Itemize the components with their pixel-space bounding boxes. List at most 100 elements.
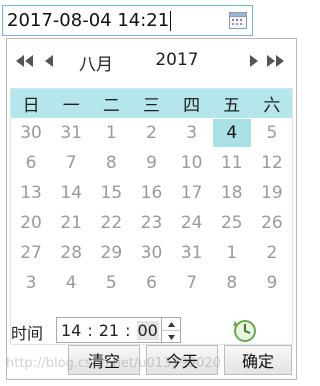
calendar-day-number: 30	[140, 243, 163, 263]
calendar-day-number: 4	[65, 273, 77, 293]
calendar-day-number: 8	[226, 273, 238, 293]
year-selector[interactable]: 2017	[151, 47, 203, 73]
calendar-day[interactable]: 1	[212, 238, 252, 268]
calendar-day-number: 6	[146, 273, 157, 293]
calendar-day[interactable]: 29	[91, 238, 131, 268]
next-month-icon[interactable]	[243, 52, 263, 70]
calendar-day[interactable]: 18	[212, 178, 252, 208]
calendar-day-number: 27	[20, 243, 42, 263]
calendar-day[interactable]: 11	[212, 148, 252, 178]
calendar-day[interactable]: 4	[212, 118, 252, 148]
calendar-day[interactable]: 20	[11, 208, 51, 238]
calendar-day[interactable]: 6	[131, 268, 171, 298]
calendar-day-number: 22	[100, 213, 123, 233]
calendar-day-number: 21	[60, 213, 83, 233]
calendar-day[interactable]: 27	[11, 238, 51, 268]
calendar-week-row: 3 4 5 6 7 8 9	[11, 268, 292, 298]
calendar-day[interactable]: 15	[91, 178, 131, 208]
calendar-day-number: 10	[180, 153, 203, 173]
next-year-icon[interactable]	[265, 52, 285, 70]
spin-up-icon[interactable]	[162, 318, 180, 331]
calendar-day-number: 23	[140, 213, 163, 233]
spin-down-icon[interactable]	[162, 331, 180, 343]
today-button[interactable]: 今天	[146, 345, 218, 375]
calendar-day[interactable]: 16	[131, 178, 171, 208]
calendar-icon[interactable]	[229, 12, 247, 29]
weekday-label: 四	[171, 89, 212, 118]
prev-month-icon[interactable]	[39, 52, 59, 70]
calendar-day[interactable]: 30	[131, 238, 171, 268]
calendar-day[interactable]: 31	[51, 118, 91, 148]
calendar-day[interactable]: 21	[51, 208, 91, 238]
calendar-day[interactable]: 17	[172, 178, 212, 208]
month-navigation: 八月 2017	[7, 39, 296, 83]
calendar-day[interactable]: 10	[172, 148, 212, 178]
calendar-day[interactable]: 12	[252, 148, 292, 178]
calendar-day-number: 25	[220, 213, 243, 233]
calendar-day[interactable]: 30	[11, 118, 51, 148]
clear-button[interactable]: 清空	[68, 345, 140, 375]
calendar-grid: 日 一 二 三 四 五 六 30 31 1 2 3 4 5 6 7 8 9 10 11 12 13 14 15 1…	[11, 89, 292, 298]
calendar-day-number: 30	[20, 123, 42, 143]
calendar-day-number: 3	[25, 273, 37, 293]
calendar-day-number: 17	[180, 183, 203, 203]
calendar-day[interactable]: 9	[131, 148, 171, 178]
today-clock-icon[interactable]	[231, 318, 259, 344]
calendar-day-number: 9	[266, 273, 278, 293]
calendar-day-number: 2	[266, 243, 278, 263]
calendar-day[interactable]: 19	[252, 178, 292, 208]
calendar-day[interactable]: 7	[51, 148, 91, 178]
calendar-day-number: 18	[220, 183, 243, 203]
calendar-day-number: 1	[226, 243, 238, 263]
calendar-day[interactable]: 2	[131, 118, 171, 148]
calendar-day[interactable]: 26	[252, 208, 292, 238]
calendar-week-row: 27 28 29 30 31 1 2	[11, 238, 292, 268]
second-field[interactable]: 00	[136, 320, 159, 340]
calendar-day[interactable]: 6	[11, 148, 51, 178]
calendar-day[interactable]: 14	[51, 178, 91, 208]
calendar-day[interactable]: 13	[11, 178, 51, 208]
minute-field[interactable]: 21	[99, 321, 119, 340]
calendar-day-number: 31	[180, 243, 203, 263]
calendar-day[interactable]: 22	[91, 208, 131, 238]
hour-field[interactable]: 14	[61, 321, 81, 340]
calendar-day[interactable]: 5	[91, 268, 131, 298]
weekday-label: 一	[51, 89, 92, 118]
month-selector[interactable]: 八月	[79, 50, 113, 75]
calendar-day[interactable]: 9	[252, 268, 292, 298]
ok-button[interactable]: 确定	[224, 345, 292, 375]
calendar-day[interactable]: 2	[252, 238, 292, 268]
calendar-day-number: 24	[180, 213, 203, 233]
calendar-day-number: 14	[60, 183, 83, 203]
calendar-day[interactable]: 3	[11, 268, 51, 298]
calendar-day[interactable]: 8	[91, 148, 131, 178]
calendar-day[interactable]: 5	[252, 118, 292, 148]
calendar-day-number: 12	[261, 153, 283, 173]
prev-year-icon[interactable]	[15, 52, 35, 70]
weekday-label: 五	[211, 89, 252, 118]
weekday-label: 日	[11, 89, 52, 118]
weekday-label: 三	[131, 89, 172, 118]
calendar-day[interactable]: 24	[172, 208, 212, 238]
calendar-day[interactable]: 4	[51, 268, 91, 298]
calendar-day-number: 1	[105, 123, 117, 143]
datetime-input[interactable]: 2017-08-04 14:21	[2, 5, 253, 36]
time-input[interactable]: 14 : 21 : 00	[56, 317, 162, 343]
calendar-day-number: 3	[186, 123, 198, 143]
calendar-day[interactable]: 28	[51, 238, 91, 268]
calendar-day-number: 26	[261, 213, 283, 233]
date-picker-panel: 八月 2017 日 一 二 三 四 五 六 30 31 1 2 3 4 5 6 7 8 9 10 11 1…	[6, 38, 297, 380]
calendar-day[interactable]: 7	[172, 268, 212, 298]
time-label: 时间	[11, 324, 44, 343]
calendar-day[interactable]: 3	[172, 118, 212, 148]
calendar-day[interactable]: 23	[131, 208, 171, 238]
calendar-day[interactable]: 1	[91, 118, 131, 148]
time-separator: :	[125, 320, 131, 340]
calendar-day-number: 31	[60, 123, 83, 143]
weekday-header: 日 一 二 三 四 五 六	[11, 89, 292, 118]
text-caret	[170, 10, 172, 31]
calendar-day[interactable]: 25	[212, 208, 252, 238]
weekday-label: 六	[251, 89, 292, 118]
calendar-day[interactable]: 31	[172, 238, 212, 268]
calendar-day[interactable]: 8	[212, 268, 252, 298]
